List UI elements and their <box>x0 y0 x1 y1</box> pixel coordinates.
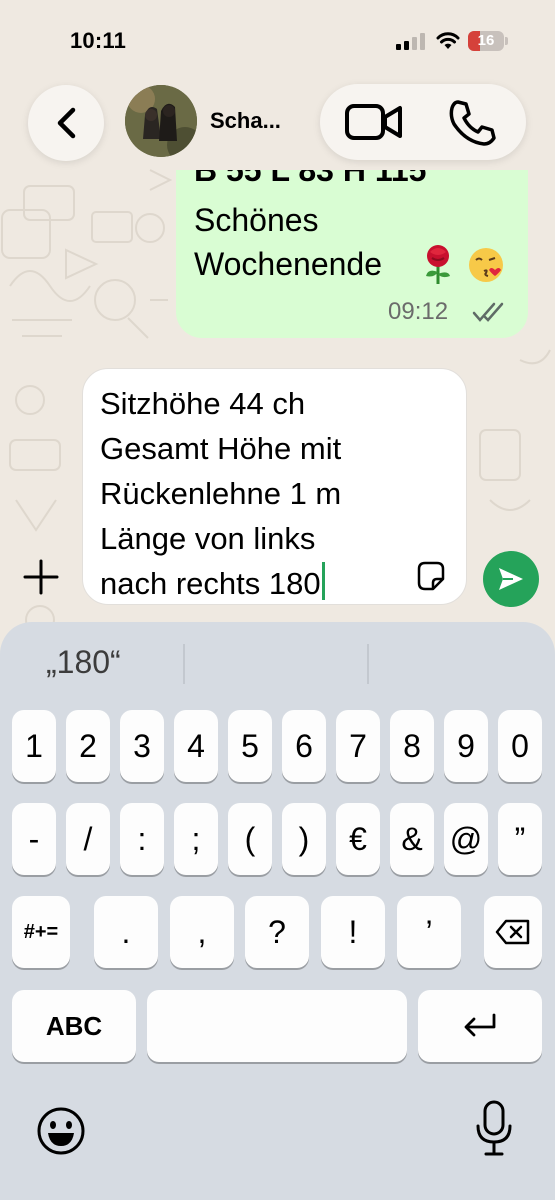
key-comma[interactable]: , <box>170 896 234 968</box>
call-actions <box>320 84 526 160</box>
suggestion-bar: „180“ <box>0 622 555 702</box>
suggestion-divider <box>367 644 369 684</box>
microphone-icon[interactable] <box>474 1100 514 1158</box>
key-apostrophe[interactable]: ’ <box>397 896 461 968</box>
emoji-face-icon[interactable] <box>36 1106 86 1156</box>
key-hyphen[interactable]: - <box>12 803 56 875</box>
key-2[interactable]: 2 <box>66 710 110 782</box>
key-abc[interactable]: ABC <box>12 990 136 1062</box>
message-input-value: Sitzhöhe 44 ch Gesamt Höhe mit Rückenleh… <box>100 386 342 601</box>
video-call-button[interactable] <box>342 98 406 146</box>
key-exclamation[interactable]: ! <box>321 896 385 968</box>
key-semicolon[interactable]: ; <box>174 803 218 875</box>
key-euro[interactable]: € <box>336 803 380 875</box>
key-paren-close[interactable]: ) <box>282 803 326 875</box>
key-question[interactable]: ? <box>245 896 309 968</box>
status-time: 10:11 <box>70 28 127 53</box>
key-paren-open[interactable]: ( <box>228 803 272 875</box>
avatar[interactable] <box>125 85 197 157</box>
key-7[interactable]: 7 <box>336 710 380 782</box>
battery-level: 16 <box>477 32 495 49</box>
return-icon <box>464 1013 496 1037</box>
backspace-icon <box>495 919 530 945</box>
delete-key[interactable] <box>484 896 542 968</box>
kissing-face-emoji <box>469 248 503 282</box>
key-period[interactable]: . <box>94 896 158 968</box>
voice-call-button[interactable] <box>444 96 500 148</box>
key-9[interactable]: 9 <box>444 710 488 782</box>
key-5[interactable]: 5 <box>228 710 272 782</box>
message-bubble-outgoing[interactable]: B 55 L 83 H 115 Schönes Wochenende 09:12 <box>176 170 528 338</box>
double-check-icon <box>472 302 504 322</box>
suggestion-item[interactable]: „180“ <box>46 644 121 681</box>
message-cut-line: B 55 L 83 H 115 <box>194 170 427 188</box>
suggestion-divider <box>183 644 185 684</box>
message-line: Wochenende <box>194 246 382 282</box>
return-key[interactable] <box>418 990 542 1062</box>
send-button[interactable] <box>483 551 539 607</box>
key-ampersand[interactable]: & <box>390 803 434 875</box>
signal-icon <box>396 33 425 50</box>
key-3[interactable]: 3 <box>120 710 164 782</box>
key-more-symbols[interactable]: #+= <box>12 896 70 968</box>
text-caret <box>321 562 325 600</box>
message-time: 09:12 <box>388 298 449 325</box>
key-4[interactable]: 4 <box>174 710 218 782</box>
key-8[interactable]: 8 <box>390 710 434 782</box>
key-1[interactable]: 1 <box>12 710 56 782</box>
key-slash[interactable]: / <box>66 803 110 875</box>
space-key[interactable] <box>147 990 407 1062</box>
avatar-photo <box>125 85 197 157</box>
send-icon <box>499 568 523 590</box>
key-at[interactable]: @ <box>444 803 488 875</box>
battery-icon: 16 <box>468 31 508 51</box>
message-input-text: Sitzhöhe 44 ch Gesamt Höhe mit Rückenleh… <box>100 381 341 606</box>
chevron-left-icon <box>57 107 76 139</box>
wifi-icon <box>436 32 460 49</box>
contact-name[interactable]: Scha... <box>210 108 310 134</box>
key-0[interactable]: 0 <box>498 710 542 782</box>
back-button[interactable] <box>28 85 104 161</box>
sticker-icon[interactable] <box>413 559 449 595</box>
key-6[interactable]: 6 <box>282 710 326 782</box>
rose-emoji <box>426 245 450 284</box>
plus-icon[interactable] <box>22 558 60 596</box>
phone-icon <box>449 100 496 146</box>
key-quote[interactable]: ” <box>498 803 542 875</box>
video-camera-icon <box>345 104 402 140</box>
status-bar: 10:11 16 <box>0 0 555 70</box>
key-colon[interactable]: : <box>120 803 164 875</box>
message-line: Schönes <box>194 202 319 238</box>
message-input[interactable]: Sitzhöhe 44 ch Gesamt Höhe mit Rückenleh… <box>82 368 467 605</box>
